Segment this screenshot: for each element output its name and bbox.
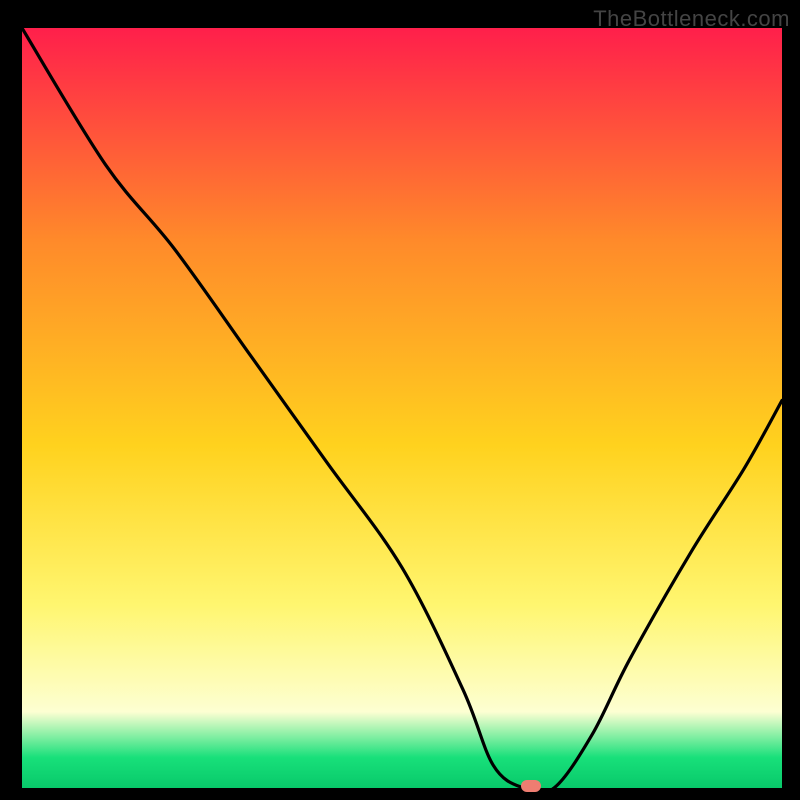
optimum-marker <box>521 780 541 792</box>
bottleneck-plot <box>22 28 782 788</box>
watermark-label: TheBottleneck.com <box>593 6 790 32</box>
chart-stage: TheBottleneck.com <box>0 0 800 800</box>
gradient-background <box>22 28 782 788</box>
